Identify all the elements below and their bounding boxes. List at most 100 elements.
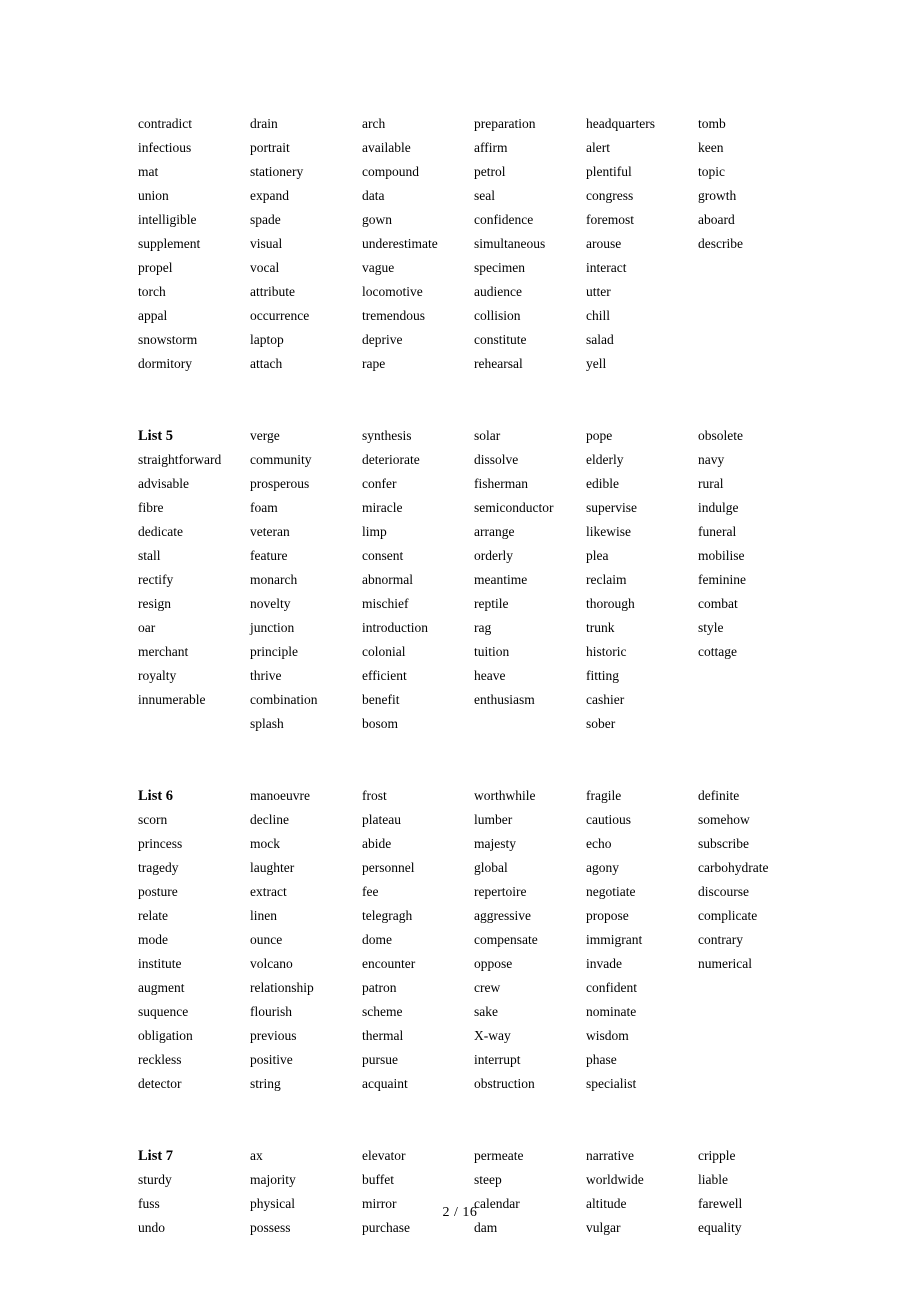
word-column: permeate steep calendar dam [474, 1144, 586, 1240]
word-entry: string [250, 1076, 281, 1091]
word-entry: arouse [586, 236, 622, 251]
word-entry: princess [138, 836, 183, 851]
word-entry: ax [250, 1148, 263, 1163]
word-entry: foam [250, 500, 278, 515]
word-entry: bosom [362, 716, 399, 731]
word-entry: mobilise [698, 548, 745, 563]
word-column: List 5 straightforward advisable fibre dedic… [138, 424, 250, 712]
word-entry: principle [250, 644, 298, 659]
word-entry: obligation [138, 1028, 193, 1043]
word-column: cripple liable farewell equality [698, 1144, 810, 1240]
word-entry: frost [362, 788, 387, 803]
word-entry: describe [698, 236, 743, 251]
word-entry: union [138, 188, 169, 203]
word-entry: complicate [698, 908, 758, 923]
word-entry: indulge [698, 500, 739, 515]
word-entry: subscribe [698, 836, 749, 851]
word-entry: extract [250, 884, 287, 899]
word-entry: constitute [474, 332, 527, 347]
word-entry: affirm [474, 140, 508, 155]
word-entry: dedicate [138, 524, 183, 539]
word-entry: specimen [474, 260, 525, 275]
word-entry: elderly [586, 452, 624, 467]
word-column: pope elderly edible supervise likewise plea re… [586, 424, 698, 736]
word-entry: dissolve [474, 452, 519, 467]
word-entry: decline [250, 812, 289, 827]
word-entry: tomb [698, 116, 726, 131]
word-entry: junction [250, 620, 295, 635]
word-entry: echo [586, 836, 612, 851]
word-entry: buffet [362, 1172, 394, 1187]
word-column: tomb keen topic growth aboard describe [698, 112, 810, 256]
word-entry: alert [586, 140, 610, 155]
word-column: List 7 sturdy fuss undo [138, 1144, 250, 1240]
word-entry: appal [138, 308, 168, 323]
word-column: solar dissolve fisherman semiconductor arran… [474, 424, 586, 712]
word-entry: reptile [474, 596, 509, 611]
word-entry: funeral [698, 524, 737, 539]
word-entry: dormitory [138, 356, 192, 371]
word-entry: data [362, 188, 385, 203]
word-entry: utter [586, 284, 611, 299]
word-entry: confident [586, 980, 637, 995]
word-entry: compensate [474, 932, 538, 947]
word-entry: navy [698, 452, 725, 467]
word-entry: relate [138, 908, 168, 923]
word-entry: personnel [362, 860, 415, 875]
word-entry: confer [362, 476, 397, 491]
word-entry: global [474, 860, 508, 875]
word-column: elevator buffet mirror purchase [362, 1144, 474, 1240]
word-entry: innumerable [138, 692, 206, 707]
word-entry: permeate [474, 1148, 524, 1163]
word-entry: repertoire [474, 884, 527, 899]
word-entry: tremendous [362, 308, 425, 323]
word-entry: deprive [362, 332, 403, 347]
word-entry: historic [586, 644, 627, 659]
word-entry: trunk [586, 620, 615, 635]
word-entry: advisable [138, 476, 189, 491]
word-entry: liable [698, 1172, 728, 1187]
word-entry: merchant [138, 644, 189, 659]
word-entry: X-way [474, 1028, 511, 1043]
word-entry: elevator [362, 1148, 406, 1163]
word-entry: thorough [586, 596, 635, 611]
word-entry: royalty [138, 668, 177, 683]
word-entry: seal [474, 188, 495, 203]
word-entry: rectify [138, 572, 174, 587]
word-entry: compound [362, 164, 419, 179]
word-entry: propose [586, 908, 629, 923]
word-entry: efficient [362, 668, 407, 683]
word-entry: growth [698, 188, 737, 203]
word-entry: aboard [698, 212, 735, 227]
word-entry: majesty [474, 836, 516, 851]
word-entry: fragile [586, 788, 622, 803]
word-column: headquarters alert plentiful congress foremo… [586, 112, 698, 376]
word-entry: attribute [250, 284, 295, 299]
word-entry: visual [250, 236, 283, 251]
word-entry: expand [250, 188, 289, 203]
word-entry: feminine [698, 572, 746, 587]
word-entry: intelligible [138, 212, 197, 227]
word-entry: resign [138, 596, 171, 611]
list-heading: List 5 [138, 428, 174, 444]
word-entry: telegragh [362, 908, 413, 923]
word-entry: foremost [586, 212, 634, 227]
word-column: ax majority physical possess [250, 1144, 362, 1240]
word-entry: dome [362, 932, 392, 947]
word-entry: infectious [138, 140, 192, 155]
word-entry: combination [250, 692, 318, 707]
word-entry: augment [138, 980, 185, 995]
word-entry: institute [138, 956, 182, 971]
word-list-block: List 6 scorn princess tragedy posture relate m… [138, 784, 810, 1096]
word-entry: posture [138, 884, 178, 899]
word-entry: detector [138, 1076, 182, 1091]
word-entry: plea [586, 548, 609, 563]
word-entry: spade [250, 212, 281, 227]
word-entry: worthwhile [474, 788, 536, 803]
word-entry: cautious [586, 812, 631, 827]
word-entry: arch [362, 116, 386, 131]
word-entry: headquarters [586, 116, 655, 131]
word-entry: oppose [474, 956, 513, 971]
word-entry: invade [586, 956, 622, 971]
word-entry: yell [586, 356, 607, 371]
